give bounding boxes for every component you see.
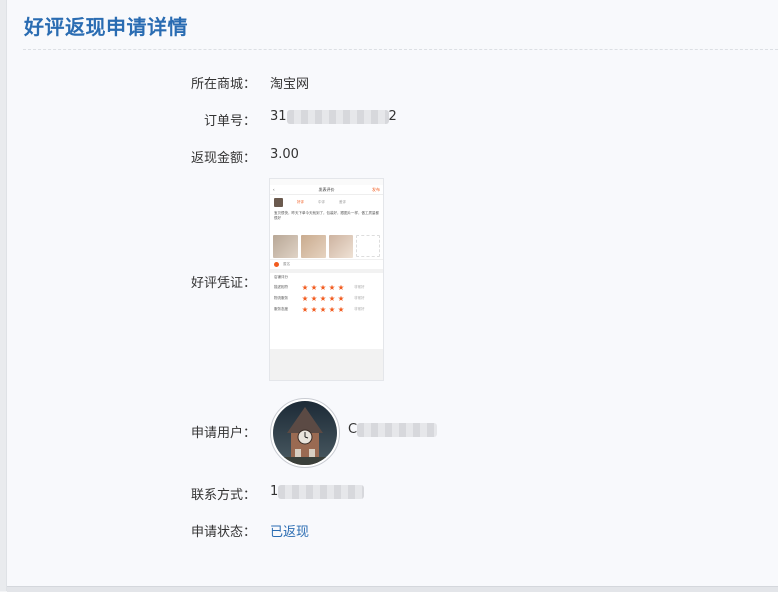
mall-value: 淘宝网 [270,77,310,92]
evidence-image[interactable]: ‹ 发表评价 发布 好评 中评 差评 宝贝很快，昨天下单今天就到了，包装好，跟图… [270,179,383,380]
order-prefix: 31 [270,109,287,124]
order-label: 订单号： [203,114,256,129]
star-icon [320,284,326,290]
review-header-title: 发表评价 [318,187,335,192]
bottom-border [7,586,778,592]
rating-row: 描述相符 非常好 [270,282,383,293]
rating-note: 非常好 [354,307,365,311]
mall-label: 所在商城： [190,77,256,92]
detail-panel: 好评返现申请详情 [7,0,778,586]
tab-good: 好评 [297,199,304,204]
avatar-photo [273,401,337,465]
amount-label: 返现金额： [190,151,256,166]
star-icon [338,306,344,312]
screenshot-footer-area [270,349,383,380]
left-sidebar-strip [0,0,7,591]
rating-row: 服务态度 非常好 [270,304,383,315]
title-divider [23,49,778,50]
contact-prefix: 1 [270,484,279,499]
user-label: 申请用户： [190,426,256,441]
status-value: 已返现 [270,525,310,540]
star-icon [329,295,335,301]
star-icon [302,306,308,312]
review-photo [300,234,326,258]
review-text: 宝贝很快，昨天下单今天就到了，包装好，跟图片一样，做工质量都很好 [274,211,379,220]
contact-redacted [278,484,365,499]
order-redacted [286,109,389,124]
add-photo-icon [356,235,381,257]
star-icon [329,306,335,312]
rating-stars [302,284,344,291]
rating-stars [302,306,344,313]
review-header: ‹ 发表评价 发布 [270,185,383,195]
user-prefix: C [348,422,358,437]
tab-medium: 中评 [318,199,325,204]
shop-rating-label: 店铺评分 [274,275,288,279]
page-title: 好评返现申请详情 [24,15,188,39]
review-photo [273,234,298,258]
publish-label: 发布 [372,187,380,192]
rating-note: 非常好 [354,285,365,289]
star-icon [311,284,317,290]
check-icon [274,261,279,267]
anonymous-row: 匿名 [270,259,383,269]
star-icon [338,295,344,301]
evidence-label: 好评凭证： [190,276,256,291]
star-icon [311,306,317,312]
tab-bad: 差评 [339,199,346,204]
rating-note: 非常好 [354,296,365,300]
rating-label: 服务态度 [274,307,288,311]
rating-row: 物流服务 非常好 [270,293,383,304]
contact-label: 联系方式： [190,488,256,503]
amount-value: 3.00 [270,147,299,162]
review-photo [328,234,354,258]
status-label: 申请状态： [190,525,256,540]
star-icon [320,295,326,301]
star-icon [338,284,344,290]
review-photos [270,233,383,259]
star-icon [320,306,326,312]
star-icon [311,295,317,301]
rating-stars [302,295,344,302]
user-avatar [270,398,340,468]
rating-label: 描述相符 [274,285,288,289]
shop-rating-title: 店铺评分 [270,273,383,282]
anonymous-label: 匿名 [283,262,291,266]
rating-label: 物流服务 [274,296,288,300]
order-suffix: 2 [388,109,397,124]
star-icon [302,295,308,301]
review-tabs: 好评 中评 差评 [270,195,383,209]
user-redacted [357,422,438,437]
star-icon [302,284,308,290]
back-icon: ‹ [273,187,275,192]
user-name: C [348,422,438,437]
contact-value: 1 [270,484,365,499]
star-icon [329,284,335,290]
product-thumb [274,197,283,207]
order-value: 31 2 [270,109,397,124]
